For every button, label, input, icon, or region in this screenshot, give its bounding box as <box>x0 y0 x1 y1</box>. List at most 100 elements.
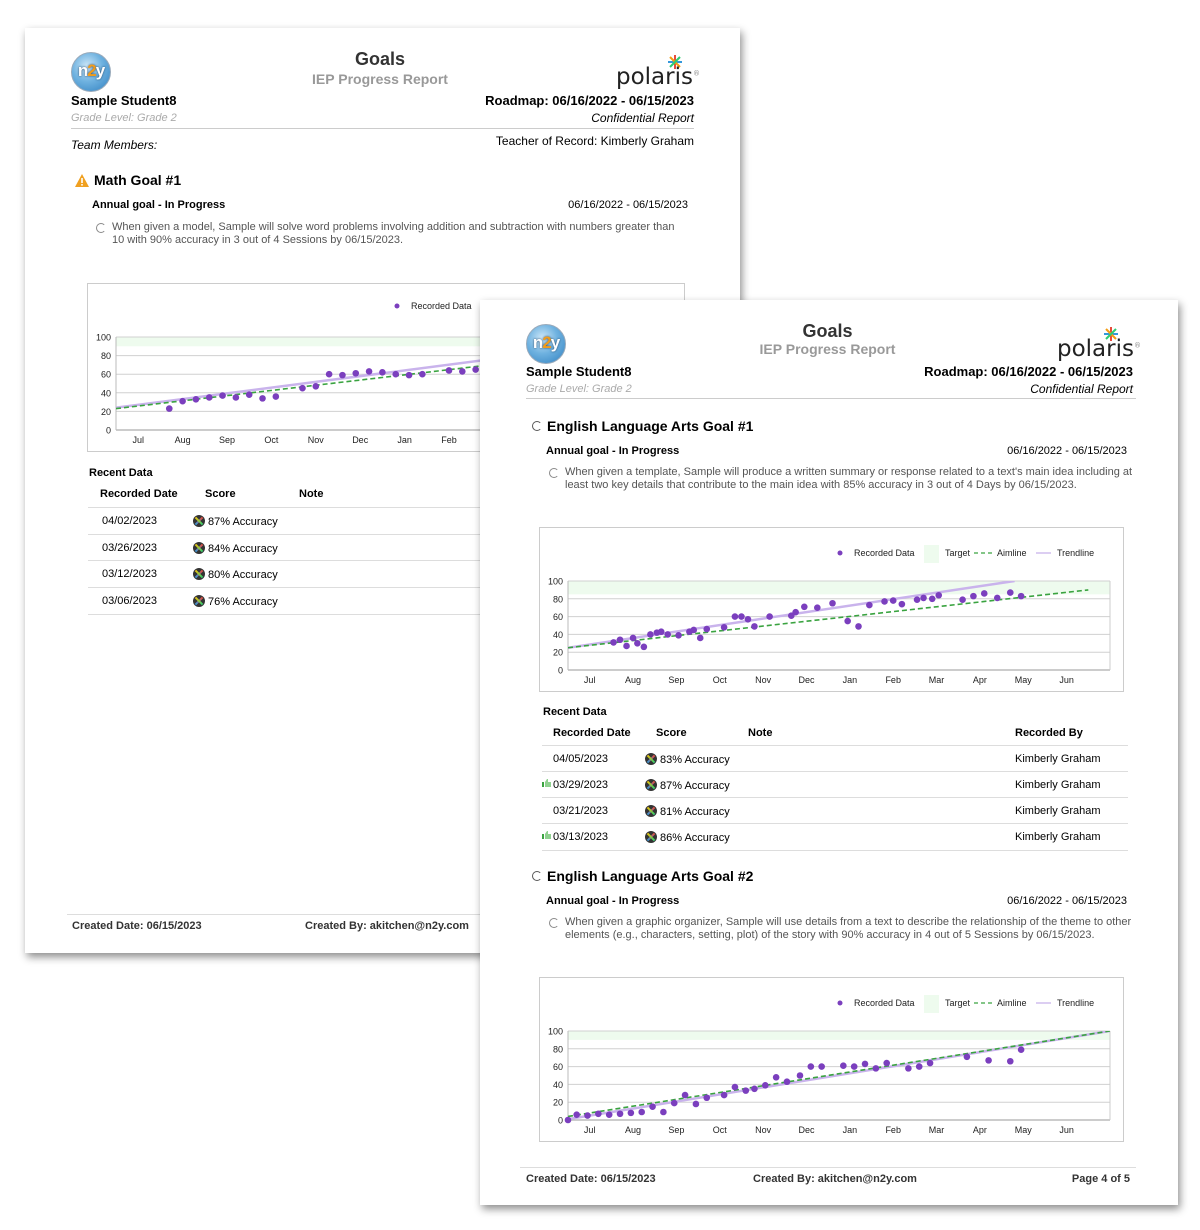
chart-svg: 0 20 40 60 80 100 Jul Aug Sep Oct Nov Dec Jan Feb Mar A… <box>548 995 1111 1135</box>
data-point <box>807 1063 815 1070</box>
data-point <box>926 1059 934 1067</box>
col-recorded-by: Recorded By <box>1015 727 1083 739</box>
x-tick-label: Nov <box>308 435 325 445</box>
data-point <box>627 1109 635 1117</box>
row-score: 80% Accuracy <box>193 568 278 581</box>
progress-chart-ela-goal-1: 0 20 40 60 80 100 Jul Aug Sep Oct Nov Dec Jan Feb Mar A… <box>539 527 1124 692</box>
data-point <box>1006 589 1014 596</box>
goal-description-text: When given a graphic organizer, Sample w… <box>565 916 1132 941</box>
y-tick-label: 100 <box>548 1027 563 1037</box>
data-point <box>751 1085 758 1093</box>
data-point <box>814 604 821 611</box>
row-recorded-by: Kimberly Graham <box>1015 805 1101 817</box>
goal-type: Annual goal - In Progress <box>92 199 226 211</box>
row-score: 87% Accuracy <box>193 515 278 528</box>
data-point <box>649 1103 656 1110</box>
data-point <box>866 601 873 609</box>
data-point <box>881 598 888 605</box>
data-point <box>915 1063 923 1070</box>
y-tick-label: 60 <box>101 370 111 380</box>
data-point <box>670 1099 678 1107</box>
data-point <box>1006 1057 1014 1065</box>
page-title: Goals <box>354 49 406 69</box>
y-tick-label: 40 <box>101 388 111 398</box>
data-point <box>664 631 672 638</box>
row-score: 81% Accuracy <box>645 805 730 818</box>
data-point <box>660 1108 667 1116</box>
y-tick-label: 40 <box>553 1080 563 1090</box>
data-point <box>690 626 698 634</box>
data-point <box>459 368 466 375</box>
student-name: Sample Student8 <box>71 93 177 108</box>
goal-title-text: English Language Arts Goal #2 <box>547 868 754 884</box>
y-tick-label: 0 <box>558 1116 563 1126</box>
legend-label: Target <box>945 998 971 1008</box>
legend-label: Aimline <box>997 548 1027 558</box>
y-tick-label: 100 <box>548 577 563 587</box>
header-divider <box>526 398 1136 399</box>
data-point <box>993 594 1001 602</box>
page-number: Page 4 of 5 <box>1071 1173 1130 1185</box>
x-tick-label: May <box>1015 675 1033 685</box>
score-icon <box>193 568 205 580</box>
student-name: Sample Student8 <box>526 364 632 379</box>
row-score: 83% Accuracy <box>645 753 730 766</box>
goal-type: Annual goal - In Progress <box>546 445 680 457</box>
row-score: 84% Accuracy <box>193 542 278 555</box>
created-by: Created By: akitchen@n2y.com <box>305 920 469 932</box>
row-date: 03/13/2023 <box>553 831 609 843</box>
warning-icon <box>75 173 89 187</box>
data-point <box>898 600 906 608</box>
goal-title: Math Goal #1 <box>75 172 181 188</box>
data-point <box>325 370 333 378</box>
y-tick-label: 20 <box>553 1098 563 1108</box>
data-point <box>605 1111 613 1118</box>
data-point <box>935 591 943 599</box>
row-date: 03/26/2023 <box>102 542 158 554</box>
col-recorded-date: Recorded Date <box>100 488 178 500</box>
x-tick-label: Apr <box>973 675 987 685</box>
data-point <box>623 642 630 650</box>
aimline <box>568 1031 1110 1118</box>
col-note: Note <box>748 727 773 739</box>
legend-marker-recorded-data <box>394 303 400 309</box>
data-point <box>761 1081 769 1089</box>
data-point <box>584 1112 591 1119</box>
data-point <box>855 623 862 630</box>
data-point <box>564 1116 572 1124</box>
score-icon <box>193 595 205 607</box>
data-point <box>840 1062 847 1070</box>
goal-description: When given a graphic organizer, Sample w… <box>549 916 1140 942</box>
confidential-label: Confidential Report <box>591 111 694 125</box>
progress-chart-ela-goal-2: 0 20 40 60 80 100 Jul Aug Sep Oct Nov Dec Jan Feb Mar A… <box>539 977 1124 1142</box>
thumbs-up-icon <box>542 831 551 839</box>
col-recorded-date: Recorded Date <box>553 727 631 739</box>
goal-type: Annual goal - In Progress <box>546 895 680 907</box>
x-tick-label: Sep <box>219 435 235 445</box>
x-tick-label: Apr <box>973 1125 987 1135</box>
data-point <box>379 369 386 376</box>
row-score: 86% Accuracy <box>645 831 730 844</box>
y-tick-label: 40 <box>553 630 563 640</box>
data-point <box>205 394 213 401</box>
score-icon <box>645 753 657 765</box>
x-tick-label: Sep <box>668 1125 684 1135</box>
confidential-label: Confidential Report <box>1030 382 1133 396</box>
row-date: 03/29/2023 <box>553 779 609 791</box>
row-date: 04/02/2023 <box>102 515 158 527</box>
score-icon <box>645 831 657 843</box>
data-point <box>796 1072 804 1079</box>
polaris-logo: polaris® <box>616 64 700 90</box>
row-date: 03/21/2023 <box>553 805 609 817</box>
row-date: 03/06/2023 <box>102 595 158 607</box>
x-tick-label: Nov <box>755 1125 772 1135</box>
data-point <box>392 370 400 378</box>
goal-description: When given a template, Sample will produ… <box>549 466 1135 492</box>
y-tick-label: 20 <box>101 407 111 417</box>
goal-title-text: Math Goal #1 <box>94 172 182 188</box>
data-point <box>792 608 799 616</box>
target-band <box>568 581 1110 595</box>
x-tick-label: Oct <box>713 675 728 685</box>
score-icon <box>193 515 205 527</box>
row-date: 03/12/2023 <box>102 568 158 580</box>
